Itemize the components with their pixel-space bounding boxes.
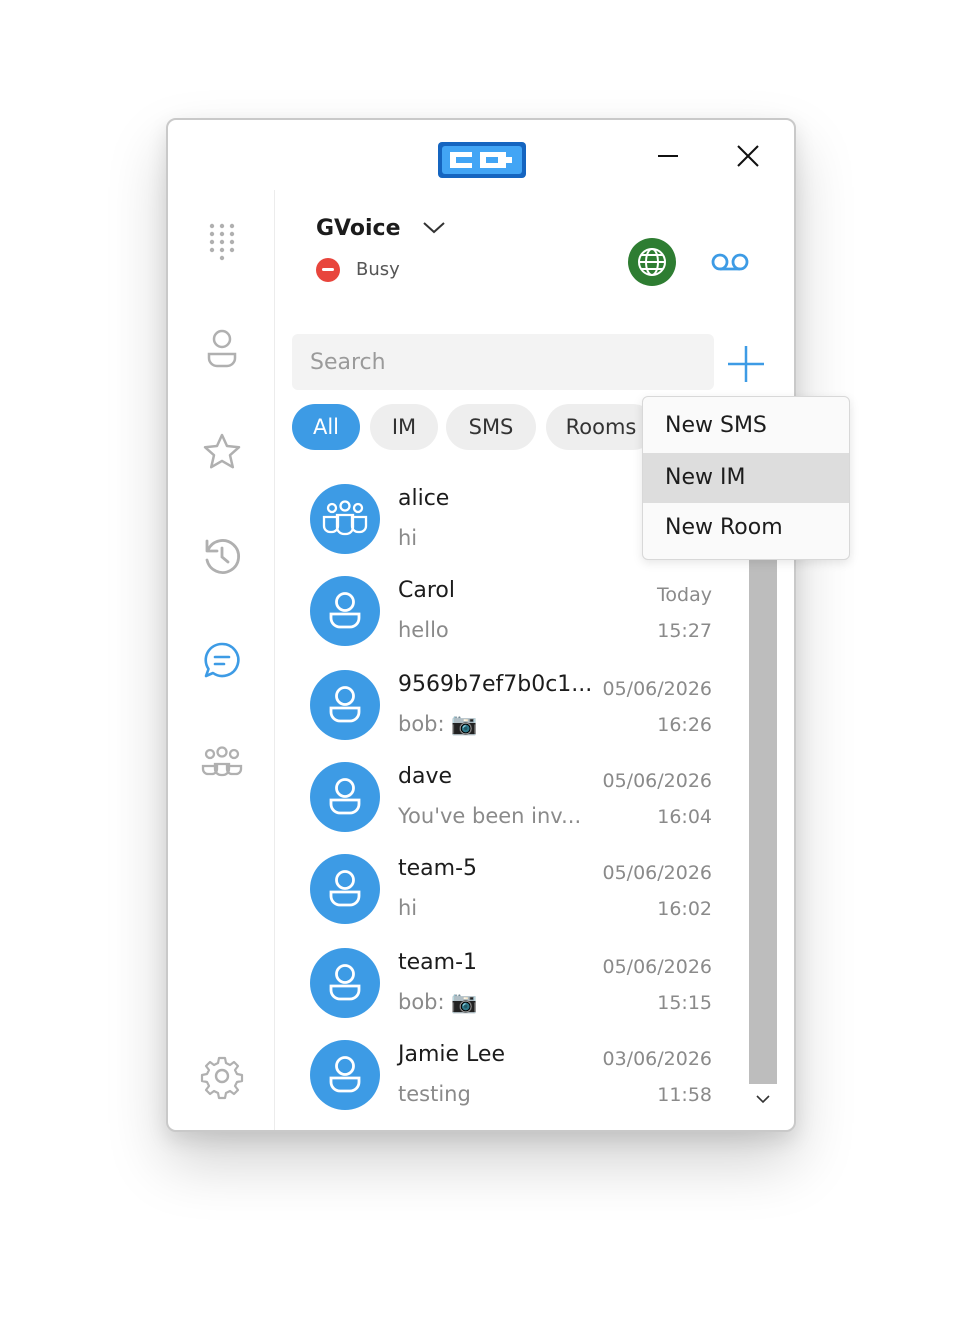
- menu-item-new-im[interactable]: New IM: [643, 453, 849, 503]
- menu-item-new-room[interactable]: New Room: [643, 503, 849, 553]
- title-bar: [168, 120, 794, 190]
- filter-rooms[interactable]: Rooms: [546, 404, 656, 450]
- person-icon: [329, 870, 361, 907]
- avatar: [310, 484, 380, 554]
- add-button[interactable]: [726, 344, 766, 384]
- conversation-preview: bob: 📷: [398, 712, 478, 736]
- conversation-time: 15:27: [657, 620, 712, 642]
- conversation-preview: hi: [398, 896, 418, 920]
- minimize-icon: [658, 155, 678, 157]
- conversation-name: team-1: [398, 950, 478, 975]
- status-text[interactable]: Busy: [356, 259, 400, 280]
- filter-im[interactable]: IM: [370, 404, 438, 450]
- voicemail-icon[interactable]: [708, 246, 752, 278]
- chevron-down-icon[interactable]: [420, 216, 448, 240]
- filter-sms[interactable]: SMS: [446, 404, 536, 450]
- person-icon: [329, 592, 361, 629]
- globe-button[interactable]: [628, 238, 676, 286]
- person-icon: [207, 329, 237, 368]
- conversation-name: Carol: [398, 578, 455, 603]
- new-conversation-menu: New SMS New IM New Room: [642, 396, 850, 560]
- person-icon: [329, 1056, 361, 1093]
- chat-icon: [204, 642, 240, 678]
- sidebar-item-groups[interactable]: [198, 740, 246, 788]
- close-icon: [737, 145, 759, 167]
- people-icon: [201, 746, 243, 777]
- list-item[interactable]: dave You've been inv... 05/06/2026 16:04: [292, 750, 752, 842]
- conversation-preview: hi: [398, 526, 418, 550]
- person-icon: [329, 964, 361, 1001]
- conversation-date: 05/06/2026: [602, 862, 712, 884]
- avatar: [310, 670, 380, 740]
- conversation-date: 05/06/2026: [602, 678, 712, 700]
- avatar: [310, 576, 380, 646]
- search-input[interactable]: [292, 334, 714, 390]
- conversation-time: 16:02: [657, 898, 712, 920]
- list-item[interactable]: Carol hello Today 15:27: [292, 564, 752, 656]
- conversation-preview: bob: 📷: [398, 990, 478, 1014]
- sidebar-item-history[interactable]: [198, 532, 246, 580]
- sidebar-item-contacts[interactable]: [198, 324, 246, 372]
- list-item[interactable]: team-5 hi 05/06/2026 16:02: [292, 842, 752, 934]
- busy-status-icon: [316, 258, 340, 282]
- conversation-date: 05/06/2026: [602, 770, 712, 792]
- avatar: [310, 854, 380, 924]
- conversation-name: team-5: [398, 856, 478, 881]
- conversation-name: 9569b7ef7b0c1...: [398, 672, 593, 697]
- sidebar-item-messages[interactable]: [198, 636, 246, 684]
- app-window: GVoice Busy All IM SMS Rooms: [166, 118, 850, 1132]
- conversation-preview: You've been inv...: [398, 804, 582, 828]
- conversation-date: 05/06/2026: [602, 956, 712, 978]
- star-icon: [203, 433, 241, 469]
- sidebar-item-favorites[interactable]: [198, 428, 246, 476]
- scrollbar[interactable]: [749, 558, 777, 1114]
- list-item[interactable]: 9569b7ef7b0c1... bob: 📷 05/06/2026 16:26: [292, 658, 752, 750]
- avatar: [310, 948, 380, 1018]
- avatar: [310, 762, 380, 832]
- gear-icon: [200, 1056, 244, 1100]
- sidebar-item-settings[interactable]: [198, 1052, 246, 1100]
- conversation-preview: hello: [398, 618, 449, 642]
- conversation-time: 15:15: [657, 992, 712, 1014]
- dialpad-icon: [209, 223, 235, 261]
- minimize-button[interactable]: [646, 132, 690, 176]
- scrollbar-thumb[interactable]: [749, 558, 777, 1084]
- sidebar-item-dialpad[interactable]: [198, 218, 246, 266]
- person-icon: [329, 686, 361, 723]
- list-item[interactable]: Jamie Lee testing 03/06/2026 11:58: [292, 1028, 752, 1116]
- conversation-date: 03/06/2026: [602, 1048, 712, 1070]
- filter-all[interactable]: All: [292, 404, 360, 450]
- conversation-date: Today: [657, 584, 712, 606]
- history-icon: [205, 539, 240, 574]
- conversation-list: alice hi Carol hello Today 15:27 9569b7e…: [292, 464, 752, 1116]
- conversation-name: alice: [398, 486, 450, 511]
- account-name[interactable]: GVoice: [316, 216, 401, 241]
- scroll-down-icon[interactable]: [749, 1086, 777, 1112]
- list-item[interactable]: team-1 bob: 📷 05/06/2026 15:15: [292, 936, 752, 1028]
- globe-icon: [638, 248, 666, 276]
- person-icon: [329, 778, 361, 815]
- conversation-name: Jamie Lee: [398, 1042, 505, 1067]
- conversation-name: dave: [398, 764, 453, 789]
- avatar: [310, 1040, 380, 1110]
- sidebar: [168, 190, 275, 1130]
- conversation-preview: testing: [398, 1082, 471, 1106]
- menu-item-new-sms[interactable]: New SMS: [643, 401, 849, 451]
- conversation-time: 16:26: [657, 714, 712, 736]
- conversation-time: 16:04: [657, 806, 712, 828]
- app-logo: [438, 142, 526, 178]
- conversation-time: 11:58: [657, 1084, 712, 1106]
- close-button[interactable]: [726, 132, 770, 176]
- group-icon: [322, 500, 368, 536]
